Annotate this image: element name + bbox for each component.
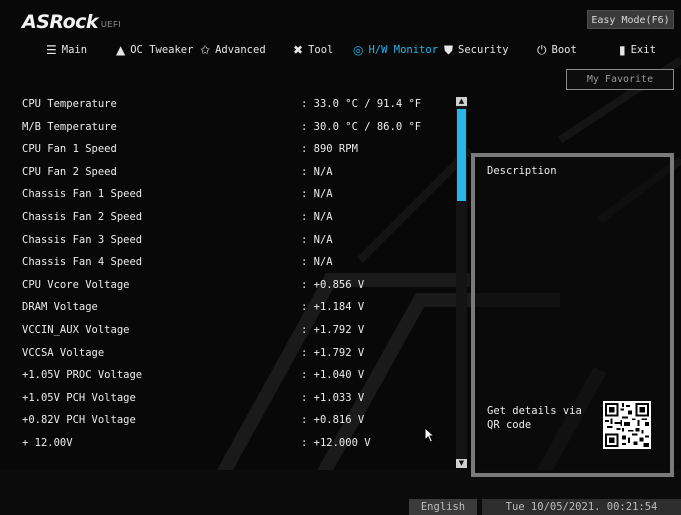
sensor-row[interactable]: VCCSA Voltage : +1.792 V bbox=[22, 342, 452, 365]
easy-mode-button[interactable]: Easy Mode(F6) bbox=[587, 10, 674, 29]
sensor-row[interactable]: Chassis Fan 2 Speed : N/A bbox=[22, 206, 452, 229]
power-icon: ⏻ bbox=[537, 43, 547, 57]
tab-oc-tweaker[interactable]: ▲ OC Tweaker bbox=[116, 40, 193, 60]
sensor-label: Chassis Fan 2 Speed bbox=[22, 210, 143, 223]
sensor-value: : N/A bbox=[301, 256, 333, 269]
sensor-value: : N/A bbox=[301, 233, 333, 246]
sensor-row[interactable]: +1.05V PROC Voltage : +1.040 V bbox=[22, 364, 452, 387]
sensor-row[interactable]: Chassis Fan 3 Speed : N/A bbox=[22, 229, 452, 252]
tab-exit[interactable]: ▮ Exit bbox=[619, 40, 656, 60]
sensor-row[interactable]: +0.82V PCH Voltage : +0.816 V bbox=[22, 409, 452, 432]
sensor-row[interactable]: Chassis Fan 4 Speed : N/A bbox=[22, 251, 452, 274]
sensor-row[interactable]: M/B Temperature : 30.0 °C / 86.0 °F bbox=[22, 116, 452, 139]
sensor-value: : +1.184 V bbox=[301, 301, 365, 314]
brand: ASRock UEFI bbox=[22, 12, 121, 32]
sensor-value: : 33.0 °C / 91.4 °F bbox=[301, 98, 422, 110]
sensor-value: : +12.000 V bbox=[301, 436, 371, 449]
sensor-label: Chassis Fan 3 Speed bbox=[22, 233, 143, 246]
sensor-label: Chassis Fan 4 Speed bbox=[22, 256, 143, 269]
uefi-label: UEFI bbox=[101, 20, 122, 29]
sensor-row[interactable]: CPU Temperature : 33.0 °C / 91.4 °F bbox=[22, 93, 452, 116]
sensor-row[interactable]: CPU Vcore Voltage : +0.856 V bbox=[22, 274, 452, 297]
sensor-value: : 890 RPM bbox=[301, 143, 358, 156]
star-icon: ✩ bbox=[200, 43, 211, 57]
rocket-icon: ▲ bbox=[116, 43, 126, 57]
shield-icon: ⛊ bbox=[444, 43, 454, 57]
sensor-label: VCCSA Voltage bbox=[22, 346, 105, 359]
qr-code-icon bbox=[603, 401, 651, 449]
sensor-label: +1.05V PROC Voltage bbox=[22, 369, 143, 382]
sensor-value: : +1.040 V bbox=[301, 369, 365, 382]
list-icon: ☰ bbox=[46, 43, 57, 57]
tab-boot-label: Boot bbox=[551, 44, 577, 56]
tab-security-label: Security bbox=[458, 44, 509, 56]
mouse-cursor-icon bbox=[424, 427, 436, 443]
tab-exit-label: Exit bbox=[630, 44, 656, 56]
sensor-label: VCCIN_AUX Voltage bbox=[22, 323, 130, 336]
exit-icon: ▮ bbox=[619, 43, 626, 57]
tab-hw-monitor[interactable]: ◎ H/W Monitor bbox=[353, 40, 438, 60]
sensor-label: +1.05V PCH Voltage bbox=[22, 391, 136, 404]
scroll-up-arrow-icon[interactable]: ▲ bbox=[456, 97, 467, 106]
sensor-row[interactable]: CPU Fan 2 Speed : N/A bbox=[22, 161, 452, 184]
language-button[interactable]: English bbox=[409, 499, 477, 515]
sensor-label: CPU Temperature bbox=[22, 98, 117, 110]
sensor-row[interactable]: Chassis Fan 1 Speed : N/A bbox=[22, 183, 452, 206]
sensor-value: : N/A bbox=[301, 165, 333, 178]
sensor-row[interactable]: +1.05V PCH Voltage : +1.033 V bbox=[22, 387, 452, 410]
sensor-row[interactable]: CPU Fan 1 Speed : 890 RPM bbox=[22, 138, 452, 161]
tab-security[interactable]: ⛊ Security bbox=[444, 40, 509, 60]
sensor-row[interactable]: DRAM Voltage : +1.184 V bbox=[22, 296, 452, 319]
description-panel: Description Get details via QR code bbox=[471, 153, 674, 477]
tab-tool-label: Tool bbox=[308, 44, 334, 56]
description-title: Description bbox=[487, 165, 557, 177]
sensor-value: : +1.792 V bbox=[301, 323, 365, 336]
asrock-logo: ASRock bbox=[22, 11, 99, 33]
tab-oc-tweaker-label: OC Tweaker bbox=[130, 44, 194, 56]
sensor-label: M/B Temperature bbox=[22, 120, 117, 133]
sensor-row[interactable]: VCCIN_AUX Voltage : +1.792 V bbox=[22, 319, 452, 342]
scroll-thumb[interactable] bbox=[457, 109, 466, 201]
scrollbar[interactable]: ▲ ▼ bbox=[456, 97, 467, 468]
qr-instruction-text: Get details via QR code bbox=[487, 405, 582, 431]
sensor-label: + 12.00V bbox=[22, 436, 73, 449]
sensor-label: Chassis Fan 1 Speed bbox=[22, 188, 143, 201]
tab-advanced-label: Advanced bbox=[215, 44, 266, 56]
monitor-icon: ◎ bbox=[353, 43, 364, 57]
sensor-label: +0.82V PCH Voltage bbox=[22, 414, 136, 427]
sensor-value: : 30.0 °C / 86.0 °F bbox=[301, 120, 422, 133]
sensor-label: CPU Fan 1 Speed bbox=[22, 143, 117, 156]
scroll-down-arrow-icon[interactable]: ▼ bbox=[456, 459, 467, 468]
main-nav: ☰ Main ▲ OC Tweaker ✩ Advanced ✖ Tool ◎ … bbox=[0, 40, 681, 60]
sensor-label: CPU Vcore Voltage bbox=[22, 278, 130, 291]
sensor-label: DRAM Voltage bbox=[22, 301, 98, 314]
tab-advanced[interactable]: ✩ Advanced bbox=[200, 40, 266, 60]
sensor-value: : +1.033 V bbox=[301, 391, 365, 404]
sensor-value: : +1.792 V bbox=[301, 346, 365, 359]
tab-boot[interactable]: ⏻ Boot bbox=[537, 40, 577, 60]
tool-icon: ✖ bbox=[293, 43, 304, 57]
tab-main-label: Main bbox=[61, 44, 88, 56]
sensor-row[interactable]: + 12.00V : +12.000 V bbox=[22, 432, 452, 455]
tab-main[interactable]: ☰ Main bbox=[46, 40, 87, 60]
sensor-label: CPU Fan 2 Speed bbox=[22, 165, 117, 178]
date-time: Tue 10/05/2021. 00:21:54 bbox=[482, 499, 681, 515]
sensor-value: : +0.856 V bbox=[301, 278, 365, 291]
sensor-value: : +0.816 V bbox=[301, 414, 365, 427]
sensor-value: : N/A bbox=[301, 188, 333, 201]
my-favorite-button[interactable]: My Favorite bbox=[566, 69, 674, 90]
tab-hw-monitor-label: H/W Monitor bbox=[368, 44, 439, 56]
sensor-value: : N/A bbox=[301, 210, 333, 223]
tab-tool[interactable]: ✖ Tool bbox=[293, 40, 333, 60]
sensor-list: CPU Temperature : 33.0 °C / 91.4 °F M/B T… bbox=[22, 93, 452, 455]
